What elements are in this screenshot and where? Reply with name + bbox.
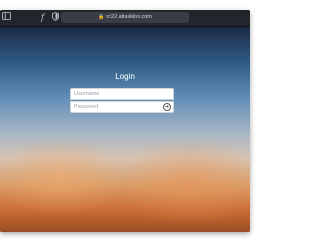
address-url: rc22.atlasklox.com xyxy=(106,14,152,20)
login-page: Login Username Password ➜ xyxy=(0,27,250,232)
username-placeholder: Username xyxy=(74,91,100,97)
address-bar[interactable]: 🔒 rc22.atlasklox.com xyxy=(61,12,189,23)
password-field[interactable]: Password ➜ xyxy=(70,101,174,113)
browser-window: 𝑓 🔒 rc22.atlasklox.com Login Username Pas… xyxy=(0,10,250,232)
username-field[interactable]: Username xyxy=(70,88,174,100)
lock-icon: 🔒 xyxy=(98,14,105,20)
shield-icon[interactable] xyxy=(51,12,59,23)
sidebar-icon[interactable] xyxy=(1,12,11,23)
password-placeholder: Password xyxy=(74,104,99,110)
browser-toolbar: 𝑓 🔒 rc22.atlasklox.com xyxy=(0,10,250,27)
page-title: Login xyxy=(115,72,135,81)
text-icon[interactable]: 𝑓 xyxy=(38,12,47,23)
arrow-right-circle-icon[interactable]: ➜ xyxy=(163,103,171,111)
